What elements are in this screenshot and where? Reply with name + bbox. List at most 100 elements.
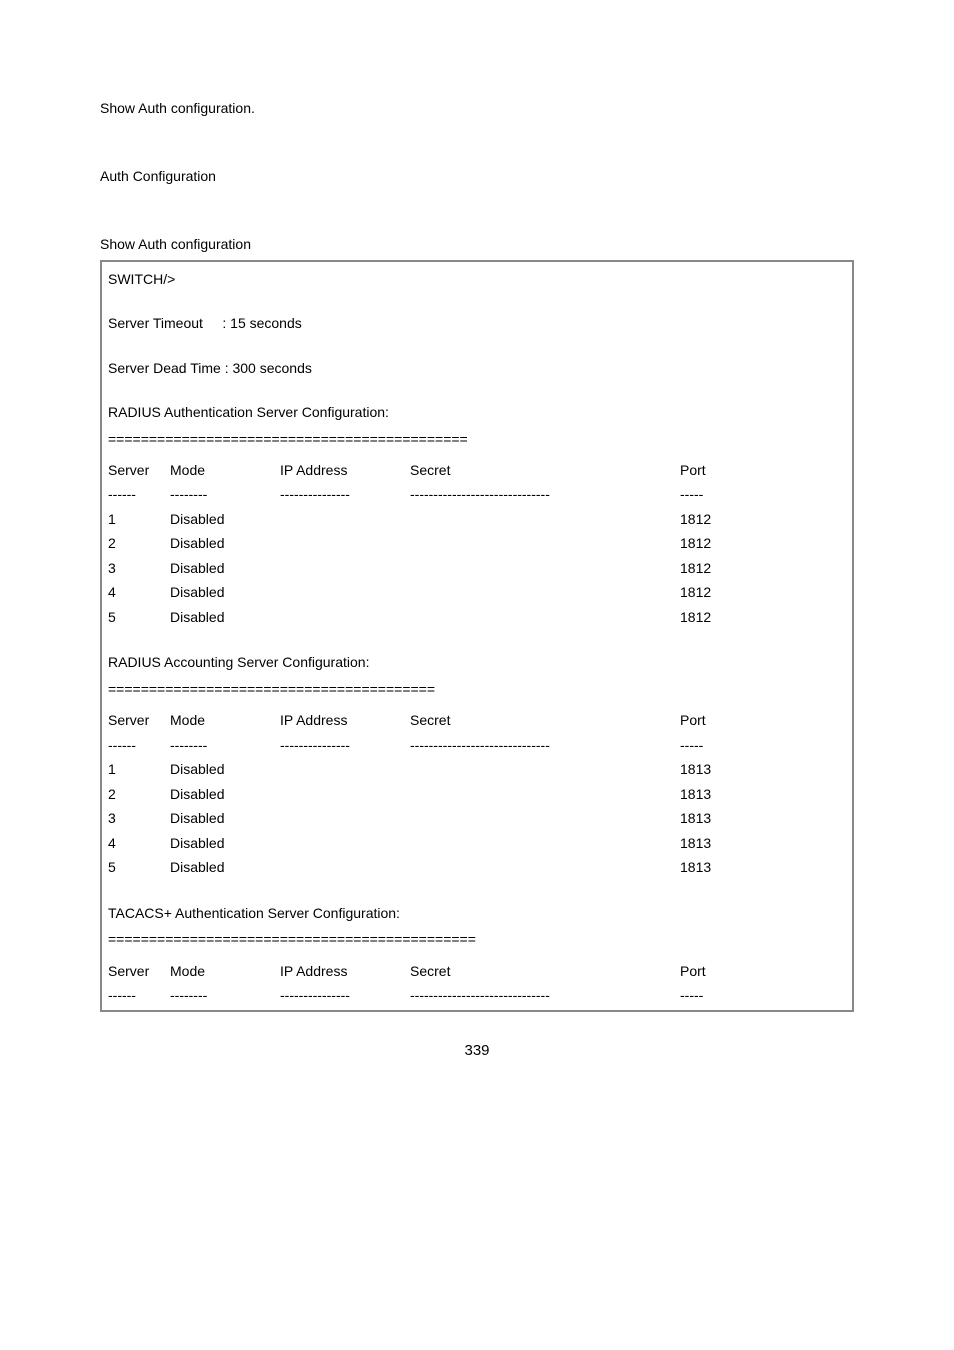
cell-secret: [410, 831, 680, 856]
table-header-row: Server Mode IP Address Secret Port: [108, 458, 846, 483]
col-header-port: Port: [680, 708, 760, 733]
section-title: Auth Configuration: [100, 168, 854, 184]
col-header-secret: Secret: [410, 708, 680, 733]
table-row: 3Disabled 1812: [108, 556, 846, 581]
dash: -----: [680, 482, 760, 507]
col-header-server: Server: [108, 708, 170, 733]
page-number: 339: [100, 1042, 854, 1059]
cell-port: 1812: [680, 605, 760, 630]
cell-mode: Disabled: [170, 580, 280, 605]
table-header-row: Server Mode IP Address Secret Port: [108, 959, 846, 984]
col-header-server: Server: [108, 959, 170, 984]
cell-secret: [410, 531, 680, 556]
table-row: 5Disabled1812: [108, 605, 846, 630]
cell-secret: [410, 556, 680, 581]
table-dash-row: ------ -------- --------------- --------…: [108, 482, 846, 507]
dash: ---------------: [280, 733, 410, 758]
intro-text: Show Auth configuration.: [100, 100, 854, 116]
cell-mode: Disabled: [170, 531, 280, 556]
table-header-row: Server Mode IP Address Secret Port: [108, 708, 846, 733]
dash: ------: [108, 983, 170, 1008]
cell-port: 1813: [680, 855, 760, 880]
cell-ip: [280, 831, 410, 856]
cell-secret: [410, 806, 680, 831]
dash: ------------------------------: [410, 733, 680, 758]
cell-server: 5: [108, 855, 170, 880]
cell-server: 3: [108, 806, 170, 831]
table-row: 3Disabled 1813: [108, 806, 846, 831]
cell-port: 1813: [680, 782, 760, 807]
table-row: 2Disabled 1812: [108, 531, 846, 556]
cell-ip: [280, 507, 410, 532]
cell-ip: [280, 605, 410, 630]
col-header-secret: Secret: [410, 458, 680, 483]
dash: --------: [170, 482, 280, 507]
dash: ------------------------------: [410, 482, 680, 507]
dash: ---------------: [280, 482, 410, 507]
cell-secret: [410, 580, 680, 605]
table-row: 2Disabled 1813: [108, 782, 846, 807]
cell-port: 1812: [680, 556, 760, 581]
radius-auth-table: Server Mode IP Address Secret Port -----…: [108, 458, 846, 630]
table-row: 4Disabled1813: [108, 831, 846, 856]
radius-auth-divider: ========================================…: [108, 428, 846, 450]
cell-ip: [280, 855, 410, 880]
table-row: 4Disabled1812: [108, 580, 846, 605]
col-header-mode: Mode: [170, 959, 280, 984]
cell-mode: Disabled: [170, 782, 280, 807]
cell-port: 1813: [680, 806, 760, 831]
table-dash-row: ------ -------- --------------- --------…: [108, 733, 846, 758]
server-dead-time: Server Dead Time : 300 seconds: [108, 357, 846, 379]
dash: -----: [680, 983, 760, 1008]
col-header-mode: Mode: [170, 458, 280, 483]
cell-mode: Disabled: [170, 831, 280, 856]
cell-ip: [280, 782, 410, 807]
radius-auth-title: RADIUS Authentication Server Configurati…: [108, 401, 846, 423]
server-timeout: Server Timeout : 15 seconds: [108, 312, 846, 334]
tacacs-divider: ========================================…: [108, 928, 846, 950]
dash: --------: [170, 733, 280, 758]
cell-ip: [280, 531, 410, 556]
cell-secret: [410, 782, 680, 807]
cell-mode: Disabled: [170, 806, 280, 831]
cell-mode: Disabled: [170, 507, 280, 532]
radius-acct-table: Server Mode IP Address Secret Port -----…: [108, 708, 846, 880]
cell-server: 1: [108, 507, 170, 532]
cell-mode: Disabled: [170, 855, 280, 880]
cell-port: 1812: [680, 507, 760, 532]
tacacs-title: TACACS+ Authentication Server Configurat…: [108, 902, 846, 924]
cell-port: 1813: [680, 757, 760, 782]
table-dash-row: ------ -------- --------------- --------…: [108, 983, 846, 1008]
cell-server: 2: [108, 531, 170, 556]
cell-secret: [410, 855, 680, 880]
cell-port: 1812: [680, 531, 760, 556]
cell-port: 1813: [680, 831, 760, 856]
cell-server: 2: [108, 782, 170, 807]
col-header-mode: Mode: [170, 708, 280, 733]
cell-server: 4: [108, 580, 170, 605]
cell-ip: [280, 580, 410, 605]
cell-ip: [280, 556, 410, 581]
table-row: 1Disabled 1812: [108, 507, 846, 532]
dash: -----: [680, 733, 760, 758]
radius-acct-divider: ========================================: [108, 678, 846, 700]
cell-secret: [410, 507, 680, 532]
terminal-output: SWITCH/> Server Timeout : 15 seconds Ser…: [100, 260, 854, 1012]
subtitle: Show Auth configuration: [100, 236, 854, 252]
cell-mode: Disabled: [170, 605, 280, 630]
dash: --------: [170, 983, 280, 1008]
cell-mode: Disabled: [170, 556, 280, 581]
col-header-secret: Secret: [410, 959, 680, 984]
col-header-ip: IP Address: [280, 458, 410, 483]
radius-acct-title: RADIUS Accounting Server Configuration:: [108, 651, 846, 673]
cell-mode: Disabled: [170, 757, 280, 782]
dash: ------: [108, 733, 170, 758]
col-header-ip: IP Address: [280, 959, 410, 984]
col-header-port: Port: [680, 959, 760, 984]
cell-ip: [280, 757, 410, 782]
dash: ------------------------------: [410, 983, 680, 1008]
col-header-port: Port: [680, 458, 760, 483]
cell-server: 3: [108, 556, 170, 581]
table-row: 5Disabled 1813: [108, 855, 846, 880]
dash: ------: [108, 482, 170, 507]
